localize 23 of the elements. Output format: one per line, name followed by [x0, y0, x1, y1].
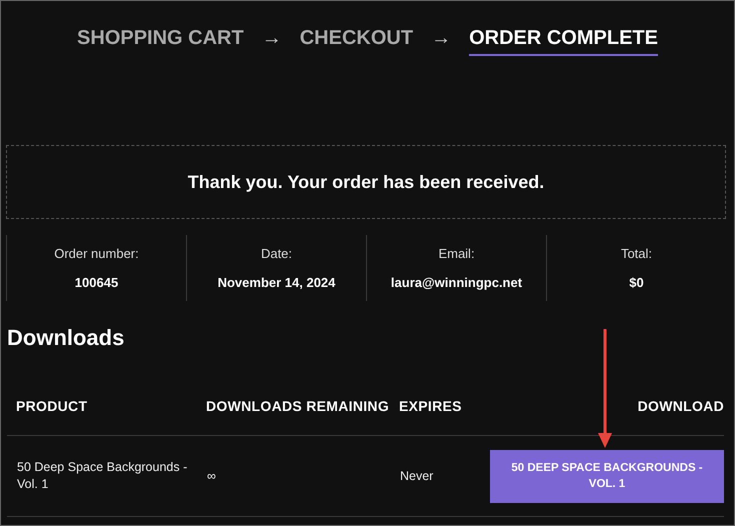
overview-label: Date:: [260, 246, 292, 261]
step-arrow: →: [262, 26, 282, 50]
order-received-notice: Thank you. Your order has been received.: [188, 172, 544, 192]
checkout-step: SHOPPING CART: [77, 26, 244, 56]
overview-label: Order number:: [54, 246, 139, 261]
table-cell-text: ∞: [206, 468, 217, 484]
overview-value: $0: [629, 275, 644, 290]
overview-value: laura@winningpc.net: [390, 275, 522, 290]
column-header: EXPIRES: [398, 397, 463, 416]
table-cell-text: Never: [399, 468, 434, 484]
column-header: DOWNLOADS REMAINING: [205, 397, 390, 416]
download-button[interactable]: 50 DEEP SPACE BACKGROUNDS - VOL. 1: [490, 450, 724, 502]
step-arrow: →: [431, 26, 452, 50]
table-cell-text: 50 Deep Space Backgrounds - Vol. 1: [16, 459, 188, 493]
column-header: PRODUCT: [15, 397, 88, 416]
overview-label: Email:: [438, 246, 475, 261]
column-header: DOWNLOAD: [636, 397, 724, 416]
section-heading: Downloads: [7, 325, 124, 351]
overview-value: 100645: [74, 275, 118, 290]
overview-label: Total:: [620, 246, 652, 261]
overview-value: November 14, 2024: [218, 275, 336, 290]
checkout-step: ORDER COMPLETE: [469, 26, 658, 56]
checkout-step: CHECKOUT: [300, 26, 414, 56]
